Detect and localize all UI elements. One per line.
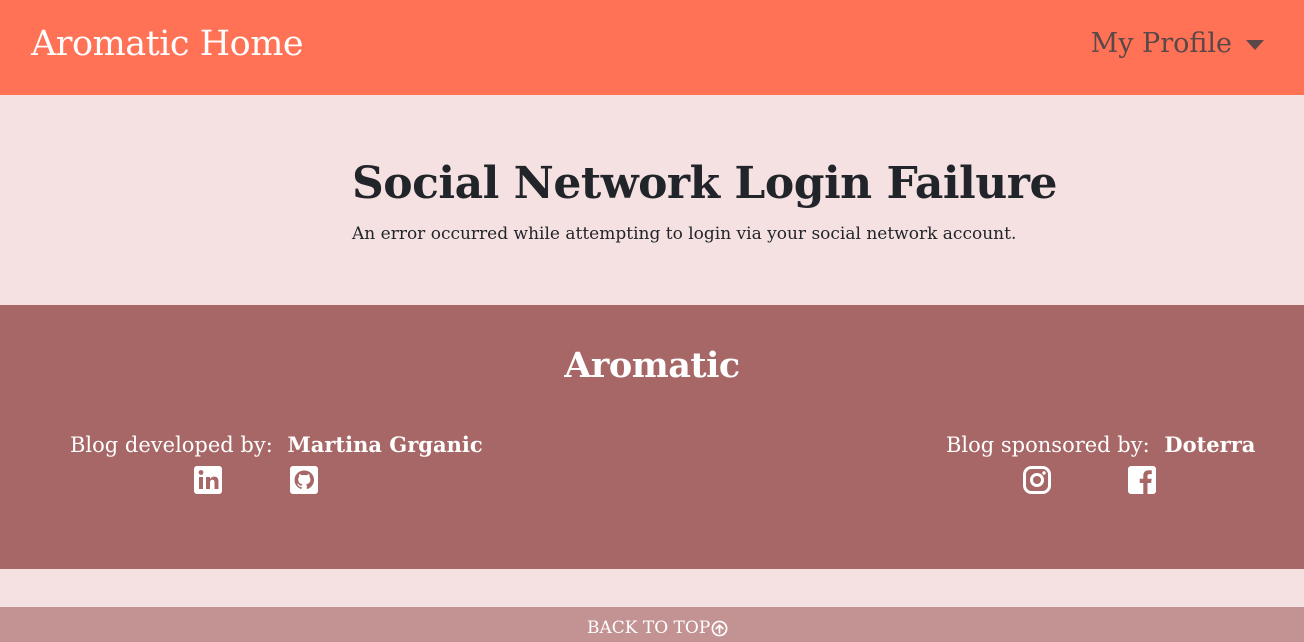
linkedin-icon[interactable] <box>193 465 223 495</box>
back-to-top-label: BACK TO TOP <box>587 618 711 638</box>
main-content: Social Network Login Failure An error oc… <box>0 95 1304 305</box>
brand-link[interactable]: Aromatic Home <box>31 24 304 64</box>
footer-spacer <box>0 569 1304 607</box>
caret-down-icon <box>1246 39 1264 50</box>
back-to-top-link[interactable]: BACK TO TOP <box>587 618 728 638</box>
sponsor-name[interactable]: Doterra <box>1164 432 1255 457</box>
facebook-icon[interactable] <box>1127 465 1157 495</box>
my-profile-label: My Profile <box>1090 28 1232 59</box>
error-message: An error occurred while attempting to lo… <box>352 224 1017 244</box>
developer-label: Blog developed by: <box>70 433 273 457</box>
github-icon[interactable] <box>289 465 319 495</box>
navbar: Aromatic Home My Profile <box>0 0 1304 95</box>
back-to-top-bar: BACK TO TOP <box>0 607 1304 642</box>
developer-credit: Blog developed by: Martina Grganic <box>70 432 483 457</box>
footer: Aromatic Blog developed by: Martina Grga… <box>0 305 1304 569</box>
page-title: Social Network Login Failure <box>352 158 1057 209</box>
sponsor-label: Blog sponsored by: <box>946 433 1150 457</box>
instagram-icon[interactable] <box>1022 465 1052 495</box>
developer-name[interactable]: Martina Grganic <box>288 432 483 457</box>
footer-title: Aromatic <box>564 345 740 386</box>
my-profile-dropdown[interactable]: My Profile <box>1091 28 1264 59</box>
sponsor-credit: Blog sponsored by: Doterra <box>946 432 1255 457</box>
arrow-up-circle-icon <box>711 620 728 636</box>
